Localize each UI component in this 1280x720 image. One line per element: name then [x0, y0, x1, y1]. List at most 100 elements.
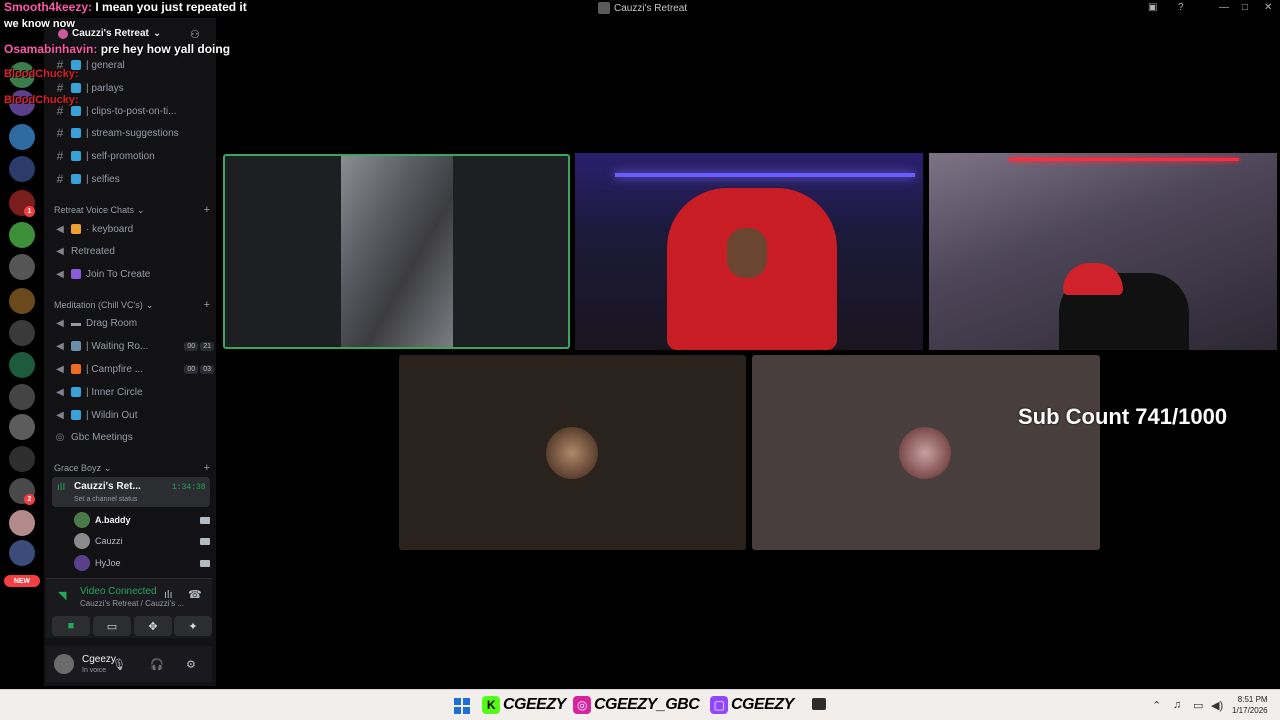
- voice-channel-waiting-room[interactable]: ◀ | Waiting Ro... 00 21: [54, 337, 214, 355]
- microphone-tray-icon[interactable]: ♫: [1173, 699, 1181, 711]
- sub-count-overlay: Sub Count 741/1000: [1018, 404, 1228, 429]
- system-clock[interactable]: 8:51 PM 1/17/2026: [1232, 694, 1268, 716]
- mention-badge: 2: [24, 494, 35, 505]
- voice-member[interactable]: HyJoe: [74, 554, 210, 572]
- voice-activity-icon: ıII: [57, 482, 66, 493]
- category-retreat-voice[interactable]: Retreat Voice Chats ⌄ +: [54, 204, 210, 216]
- avatar-tile[interactable]: [399, 355, 746, 550]
- server-avatar[interactable]: [9, 384, 35, 410]
- hash-icon: #: [56, 126, 64, 140]
- channel-label: | clips-to-post-on-ti...: [86, 105, 177, 117]
- camera-icon: [200, 559, 210, 567]
- add-channel-icon[interactable]: +: [204, 462, 210, 474]
- video-feed: [615, 173, 915, 177]
- instagram-icon: ◎: [573, 696, 591, 714]
- speaker-icon: ◀: [56, 223, 64, 235]
- server-avatar[interactable]: [9, 352, 35, 378]
- member-name: A.baddy: [95, 515, 131, 525]
- chevron-up-icon[interactable]: ⌃: [1152, 699, 1161, 712]
- taskbar: K CGEEZY ◎ CGEEZY_GBC ▢ CGEEZY ⌃ ♫ ▭ ◀) 8:5…: [0, 689, 1280, 720]
- voice-channel-campfire[interactable]: ◀ | Campfire ... 00 03: [54, 360, 214, 378]
- video-tile-speaking[interactable]: [223, 154, 570, 349]
- avatar: [546, 427, 598, 479]
- avatar[interactable]: [54, 654, 74, 674]
- noise-suppression-icon[interactable]: ılı: [164, 589, 173, 601]
- server-avatar[interactable]: [9, 446, 35, 472]
- camera-button[interactable]: ■: [52, 616, 90, 636]
- maximize-icon[interactable]: □: [1242, 2, 1248, 13]
- add-channel-icon[interactable]: +: [204, 299, 210, 311]
- voice-channel-join-to-create[interactable]: ◀ Join To Create: [54, 265, 214, 283]
- video-tile[interactable]: [575, 153, 923, 350]
- channel-self-promotion[interactable]: # | self-promotion: [54, 147, 214, 165]
- activities-button[interactable]: ✥: [134, 616, 172, 636]
- stage-channel-gbc-meetings[interactable]: ◎ Gbc Meetings: [54, 428, 214, 446]
- channel-status-field[interactable]: Set a channel status: [74, 496, 137, 503]
- server-avatar[interactable]: [9, 222, 35, 248]
- minimize-icon[interactable]: —: [1219, 2, 1229, 13]
- channel-emoji-icon: [71, 128, 81, 138]
- server-icon: [58, 28, 68, 39]
- voice-channel-keyboard[interactable]: ◀ · keyboard: [54, 220, 214, 238]
- voice-channel-retreated[interactable]: ◀ Retreated: [54, 242, 214, 260]
- hash-icon: #: [56, 172, 64, 186]
- voice-member[interactable]: A.baddy: [74, 511, 210, 529]
- soundboard-button[interactable]: ✦: [174, 616, 212, 636]
- voice-channel-drag-room[interactable]: ◀ ▬ Drag Room: [54, 314, 214, 332]
- username[interactable]: Cgeezy: [82, 654, 116, 665]
- voice-member[interactable]: Cauzzi: [74, 532, 210, 550]
- active-voice-channel[interactable]: ıII Cauzzi's Ret... 1:34:38 Set a channe…: [52, 477, 210, 507]
- server-name: Cauzzi's Retreat: [72, 28, 149, 39]
- server-avatar[interactable]: [9, 510, 35, 536]
- chevron-down-icon: ⌄: [152, 28, 162, 39]
- voice-channel-wildin-out[interactable]: ◀ | Wildin Out: [54, 406, 214, 424]
- volume-icon[interactable]: ◀): [1211, 699, 1223, 712]
- chat-message: BloodChucky:: [4, 94, 79, 106]
- windows-start-icon[interactable]: [454, 698, 470, 714]
- signal-icon[interactable]: ◥: [58, 589, 70, 602]
- inbox-icon[interactable]: ▣: [1148, 2, 1157, 13]
- avatar-tile[interactable]: [752, 355, 1100, 550]
- disconnect-icon[interactable]: ☎: [188, 588, 202, 601]
- channel-stream-suggestions[interactable]: # | stream-suggestions: [54, 124, 214, 142]
- server-avatar[interactable]: [9, 254, 35, 280]
- new-badge: NEW: [4, 575, 40, 587]
- close-icon[interactable]: ✕: [1264, 2, 1272, 13]
- camera-icon: [200, 537, 210, 545]
- channel-sidebar: Cauzzi's Retreat ⌄ ⚇ # | general # | parla…: [44, 18, 216, 686]
- chat-username: Smooth4keezy:: [4, 0, 93, 14]
- instagram-handle: ◎ CGEEZY_GBC: [573, 694, 700, 716]
- headphones-icon[interactable]: 🎧: [150, 658, 164, 671]
- server-avatar[interactable]: [9, 540, 35, 566]
- server-avatar[interactable]: [9, 124, 35, 150]
- speaker-icon: ◀: [56, 317, 64, 329]
- category-meditation[interactable]: Meditation (Chill VC's) ⌄ +: [54, 299, 210, 311]
- member-name: Cauzzi: [95, 536, 123, 546]
- channel-label: · keyboard: [86, 223, 134, 235]
- server-avatar[interactable]: [9, 156, 35, 182]
- video-feed: [1063, 263, 1123, 295]
- channel-emoji-icon: [71, 106, 81, 116]
- channel-selfies[interactable]: # | selfies: [54, 170, 214, 188]
- settings-gear-icon[interactable]: ⚙: [186, 658, 196, 671]
- chat-message: Smooth4keezy: I mean you just repeated i…: [4, 0, 247, 14]
- server-avatar[interactable]: [9, 320, 35, 346]
- screen-share-button[interactable]: ▭: [93, 616, 131, 636]
- help-icon[interactable]: ?: [1178, 2, 1184, 13]
- hash-icon: #: [56, 149, 64, 163]
- add-channel-icon[interactable]: +: [204, 204, 210, 216]
- chevron-down-icon: ⌄: [104, 462, 112, 473]
- terminal-app-icon[interactable]: [812, 698, 826, 710]
- microphone-icon[interactable]: 🎙: [112, 658, 126, 671]
- server-avatar[interactable]: [9, 414, 35, 440]
- video-tile[interactable]: [929, 153, 1277, 350]
- category-grace-boyz[interactable]: Grace Boyz ⌄ +: [54, 462, 210, 474]
- plus-icon: [71, 269, 81, 279]
- server-rail: 1 2 NEW: [0, 18, 44, 686]
- user-limit-badge: 00 03: [184, 364, 214, 374]
- network-icon[interactable]: ▭: [1193, 699, 1203, 712]
- invite-people-icon[interactable]: ⚇: [190, 28, 200, 41]
- server-avatar[interactable]: [9, 288, 35, 314]
- chat-username: BloodChucky:: [4, 68, 79, 80]
- voice-channel-inner-circle[interactable]: ◀ | Inner Circle: [54, 383, 214, 401]
